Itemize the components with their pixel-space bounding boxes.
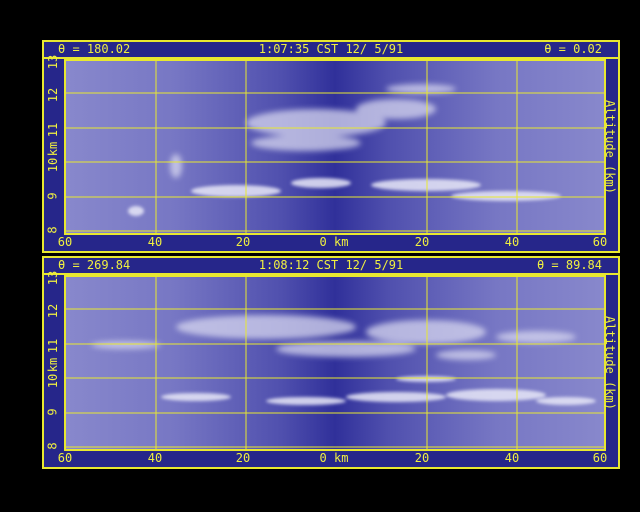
cloud-layer-upper — [170, 84, 456, 178]
grid-lines — [66, 277, 604, 449]
panel-header: θ = 180.02 1:07:35 CST 12/ 5/91 θ = 0.02 — [44, 42, 618, 59]
y-tick-label: 13 — [45, 54, 60, 70]
backscatter-plot — [64, 59, 606, 235]
y-tick-label: 12 — [45, 87, 60, 103]
x-tick-labels: 60 40 20 0 km 20 40 60 — [44, 234, 618, 251]
y-tick-label: 9 — [45, 408, 60, 416]
y-tick-label: 12 — [45, 303, 60, 319]
cloud-layer-lower — [161, 376, 596, 405]
y-tick-label: 10 — [45, 157, 60, 173]
panel-header: θ = 269.84 1:08:12 CST 12/ 5/91 θ = 89.8… — [44, 258, 618, 275]
x-tick-label: 20 — [414, 235, 430, 249]
x-tick-label: 40 — [147, 451, 163, 465]
y-tick-label: 9 — [45, 192, 60, 200]
y-axis-title: Altitude (km) — [603, 316, 617, 410]
backscatter-plot — [64, 275, 606, 451]
timestamp-label: 1:07:35 CST 12/ 5/91 — [258, 42, 404, 56]
lidar-viewer: θ = 180.02 1:07:35 CST 12/ 5/91 θ = 0.02… — [0, 0, 640, 512]
x-tick-label: 40 — [504, 451, 520, 465]
x-tick-label: 40 — [504, 235, 520, 249]
theta-right-label: θ = 0.02 — [544, 42, 602, 56]
y-unit-label: km — [45, 141, 60, 157]
x-tick-labels: 60 40 20 0 km 20 40 60 — [44, 450, 618, 467]
x-tick-label: 60 — [592, 451, 608, 465]
x-tick-label: 20 — [235, 235, 251, 249]
cloud-image — [66, 277, 604, 449]
y-tick-label: 11 — [45, 122, 60, 138]
x-tick-label: 40 — [147, 235, 163, 249]
y-axis-title: Altitude (km) — [603, 100, 617, 194]
timestamp-label: 1:08:12 CST 12/ 5/91 — [258, 258, 404, 272]
x-tick-label: 20 — [414, 451, 430, 465]
y-unit-label: km — [45, 357, 60, 373]
y-tick-label: 13 — [45, 270, 60, 286]
cloud-layer-upper — [91, 315, 576, 360]
x-tick-label: 20 — [235, 451, 251, 465]
x-tick-label: 60 — [592, 235, 608, 249]
x-tick-label: 0 km — [319, 451, 349, 465]
cloud-image — [66, 61, 604, 233]
x-tick-label: 60 — [57, 451, 73, 465]
y-tick-label: 10 — [45, 373, 60, 389]
scan-panel-bottom: θ = 269.84 1:08:12 CST 12/ 5/91 θ = 89.8… — [42, 256, 620, 469]
scan-panel-top: θ = 180.02 1:07:35 CST 12/ 5/91 θ = 0.02… — [42, 40, 620, 253]
y-tick-label: 11 — [45, 338, 60, 354]
x-tick-label: 0 km — [319, 235, 349, 249]
x-tick-label: 60 — [57, 235, 73, 249]
theta-right-label: θ = 89.84 — [536, 258, 602, 272]
